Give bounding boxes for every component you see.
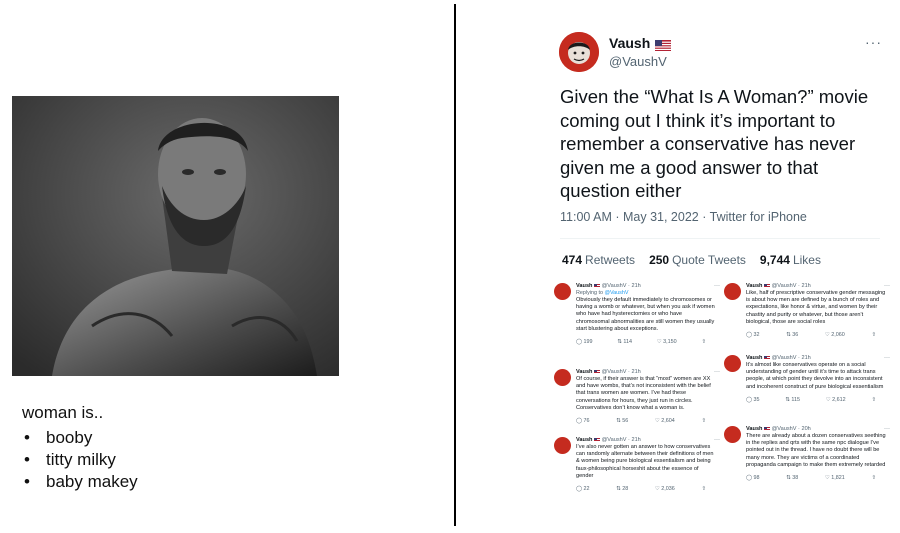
retweet-icon[interactable]: ⇅ 38 — [786, 475, 798, 481]
us-flag-icon — [594, 437, 601, 442]
meme-list: booby titty milky baby makey — [22, 427, 138, 493]
likes-stat[interactable]: 9,744 Likes — [760, 253, 821, 267]
like-icon[interactable]: ♡ 2,612 — [826, 397, 846, 403]
avatar[interactable] — [559, 32, 599, 72]
reply-icon[interactable]: ◯ 35 — [746, 397, 760, 403]
like-icon[interactable]: ♡ 1,821 — [825, 475, 845, 481]
list-item: booby — [22, 427, 138, 449]
retweet-icon[interactable]: ⇅ 56 — [616, 418, 628, 424]
share-icon[interactable]: ⇧ — [871, 332, 876, 338]
reply-actions: ◯ 35 ⇅ 115 ♡ 2,612 ⇧ — [746, 397, 876, 403]
list-item: titty milky — [22, 449, 138, 471]
reply-text: Like, half of prescriptive conservative … — [746, 290, 886, 325]
reply-header: Vaush @VaushV · 21h — [576, 369, 641, 375]
retweet-icon[interactable]: ⇅ 115 — [785, 397, 800, 403]
list-item: baby makey — [22, 471, 138, 493]
grayscale-portrait-photo — [12, 96, 339, 376]
divider — [560, 238, 880, 239]
like-icon[interactable]: ♡ 2,060 — [825, 332, 845, 338]
reply-text: Obviously they default immediately to ch… — [576, 297, 715, 332]
reply-actions: ◯ 98 ⇅ 38 ♡ 1,821 ⇧ — [746, 475, 876, 481]
avatar[interactable] — [724, 355, 741, 372]
retweet-icon[interactable]: ⇅ 28 — [616, 486, 628, 492]
tweet-timestamp[interactable]: 11:00 AM · May 31, 2022 · Twitter for iP… — [560, 210, 807, 224]
reply-header: Vaush @VaushV · 20h — [746, 426, 811, 432]
us-flag-icon — [594, 369, 601, 374]
reply-icon[interactable]: ◯ 98 — [746, 475, 760, 481]
share-icon[interactable]: ⇧ — [701, 418, 706, 424]
more-options-icon[interactable]: ··· — [884, 283, 890, 289]
share-icon[interactable]: ⇧ — [871, 475, 876, 481]
more-options-icon[interactable]: ··· — [884, 426, 890, 432]
avatar[interactable] — [724, 283, 741, 300]
author-row: Vaush — [609, 35, 672, 51]
reply-header: Vaush @VaushV · 21h — [746, 283, 811, 289]
reply-text: There are already about a dozen conserva… — [746, 433, 886, 468]
us-flag-icon — [764, 426, 771, 431]
avatar[interactable] — [554, 369, 571, 386]
share-icon[interactable]: ⇧ — [701, 486, 706, 492]
tweet-text: Given the “What Is A Woman?” movie comin… — [560, 86, 869, 201]
retweet-icon[interactable]: ⇅ 36 — [786, 332, 798, 338]
avatar[interactable] — [554, 283, 571, 300]
more-options-icon[interactable]: ··· — [714, 437, 720, 443]
reply-actions: ◯ 22 ⇅ 28 ♡ 2,036 ⇧ — [576, 486, 706, 492]
retweets-stat[interactable]: 474 Retweets — [562, 253, 635, 267]
share-icon[interactable]: ⇧ — [701, 339, 706, 345]
reply-icon[interactable]: ◯ 76 — [576, 418, 590, 424]
like-icon[interactable]: ♡ 2,604 — [655, 418, 675, 424]
us-flag-icon — [764, 355, 771, 360]
reply-actions: ◯ 76 ⇅ 56 ♡ 2,604 ⇧ — [576, 418, 706, 424]
reply-header: Vaush @VaushV · 21h — [576, 283, 641, 289]
retweet-icon[interactable]: ⇅ 114 — [617, 339, 632, 345]
reply-icon[interactable]: ◯ 32 — [746, 332, 760, 338]
reply-header: Vaush @VaushV · 21h — [576, 437, 641, 443]
meme-caption: woman is.. booby titty milky baby makey — [22, 403, 138, 493]
reply-icon[interactable]: ◯ 199 — [576, 339, 593, 345]
more-options-icon[interactable]: ··· — [714, 283, 720, 289]
reply-text: I’ve also never gotten an answer to how … — [576, 444, 714, 479]
share-icon[interactable]: ⇧ — [871, 397, 876, 403]
avatar[interactable] — [554, 437, 571, 454]
reply-actions: ◯ 199 ⇅ 114 ♡ 3,150 ⇧ — [576, 339, 706, 345]
reply-actions: ◯ 32 ⇅ 36 ♡ 2,060 ⇧ — [746, 332, 876, 338]
reply-header: Vaush @VaushV · 21h — [746, 355, 811, 361]
quote-tweets-stat[interactable]: 250 Quote Tweets — [649, 253, 746, 267]
tweet-stats: 474 Retweets 250 Quote Tweets 9,744 Likes — [562, 253, 821, 267]
more-options-icon[interactable]: ··· — [884, 355, 890, 361]
more-options-icon[interactable]: ··· — [865, 34, 882, 50]
author-name[interactable]: Vaush — [609, 35, 650, 51]
reply-text: It’s almost like conservatives operate o… — [746, 362, 884, 390]
replying-to: Replying to @VaushV — [576, 290, 629, 296]
meme-intro: woman is.. — [22, 403, 104, 422]
avatar[interactable] — [724, 426, 741, 443]
author-handle[interactable]: @VaushV — [609, 54, 667, 69]
like-icon[interactable]: ♡ 2,036 — [655, 486, 675, 492]
reply-text: Of course, if their answer is that “most… — [576, 376, 711, 411]
reply-icon[interactable]: ◯ 22 — [576, 486, 590, 492]
us-flag-icon — [594, 283, 601, 288]
like-icon[interactable]: ♡ 3,150 — [657, 339, 677, 345]
us-flag-icon — [764, 283, 771, 288]
us-flag-icon — [655, 38, 672, 51]
vertical-divider — [454, 4, 456, 526]
more-options-icon[interactable]: ··· — [714, 369, 720, 375]
